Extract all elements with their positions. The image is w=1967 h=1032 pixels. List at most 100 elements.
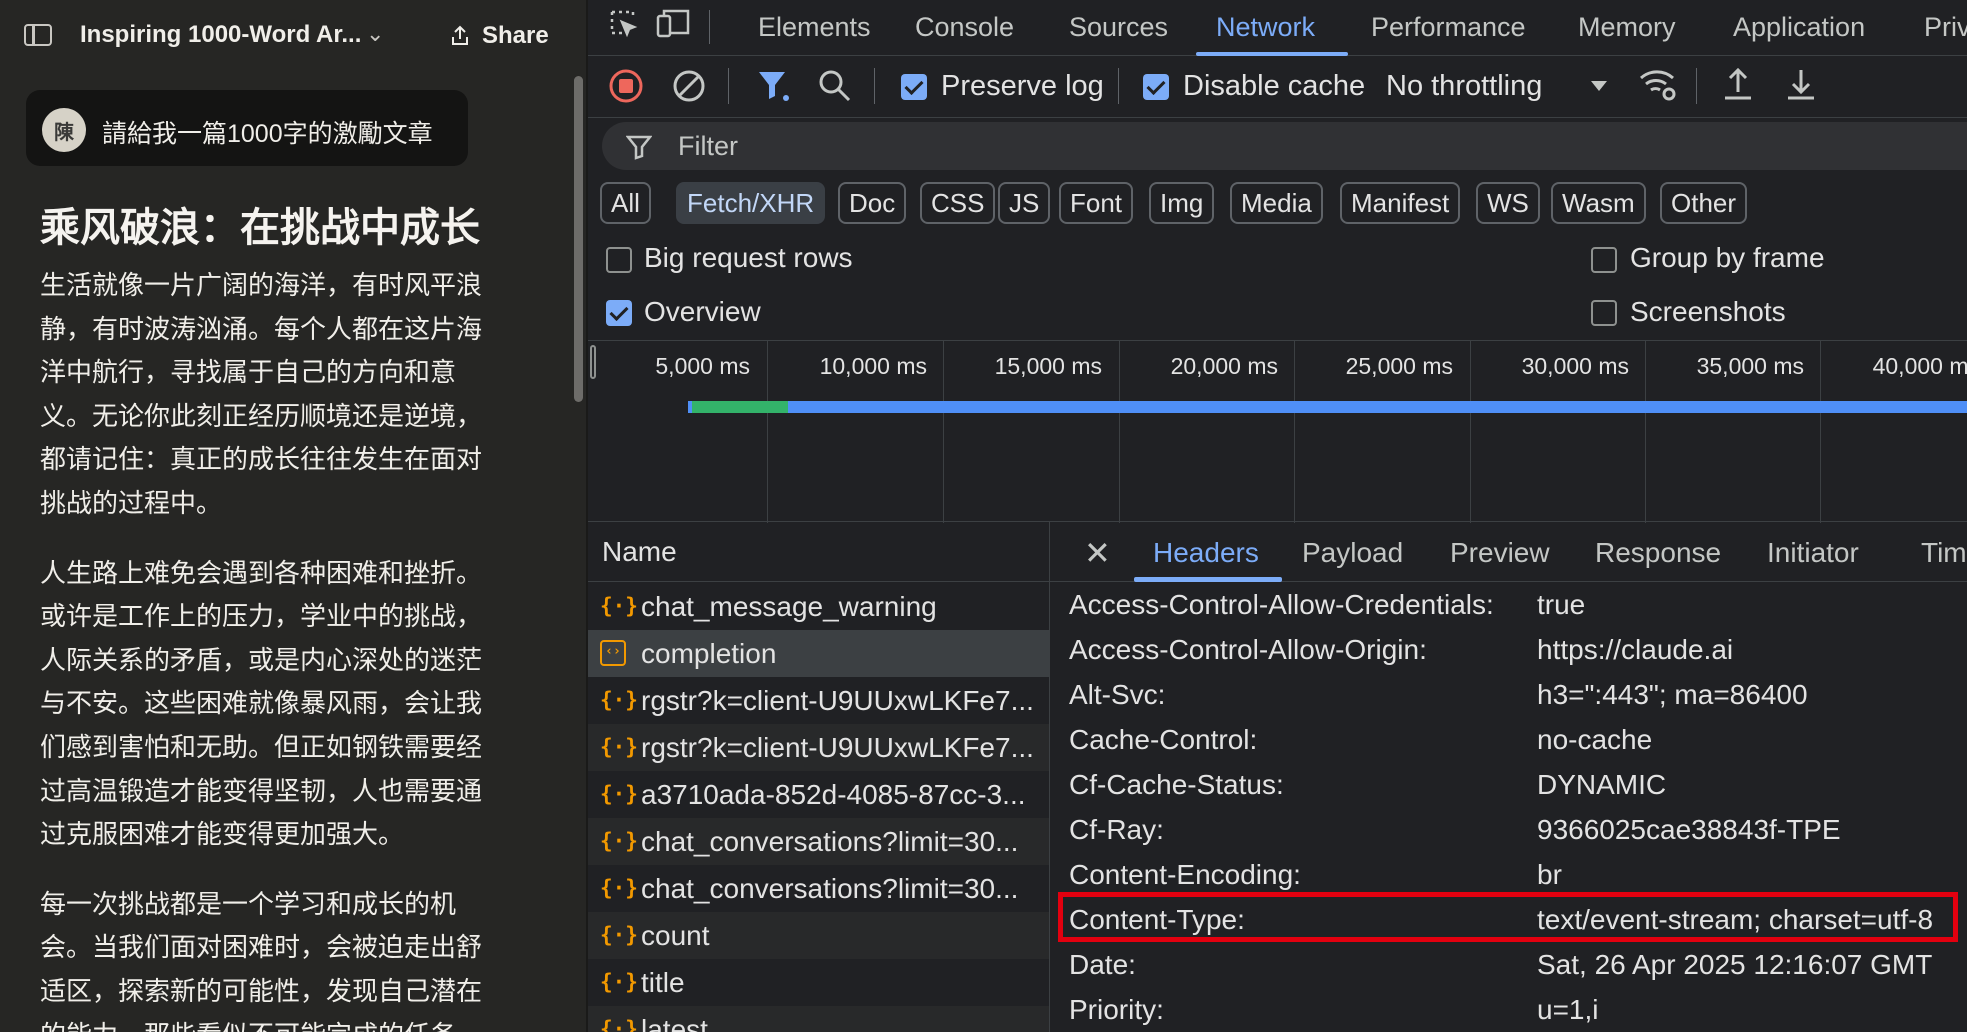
xhr-icon: {·} <box>600 1017 638 1032</box>
tab-response[interactable]: Response <box>1595 537 1721 569</box>
request-details-panel: ✕ Headers Payload Preview Response Initi… <box>1050 522 1967 1032</box>
timeline-tick-label: 40,000 ms <box>1872 353 1967 379</box>
export-har-icon[interactable] <box>1784 66 1818 102</box>
request-row[interactable]: {·} latest <box>588 1006 1049 1032</box>
tab-preview[interactable]: Preview <box>1450 537 1550 569</box>
article-paragraph: 人生路上难免会遇到各种困难和挫折。或许是工作上的压力，学业中的挑战，人际关系的矛… <box>40 557 483 850</box>
filter-input[interactable]: Filter <box>678 131 738 162</box>
response-header-row: Cf-Ray: 9366025cae38843f-TPE <box>1050 808 1967 853</box>
tab-performance[interactable]: Performance <box>1371 12 1526 43</box>
tab-memory[interactable]: Memory <box>1578 12 1676 43</box>
group-by-frame-checkbox[interactable] <box>1591 247 1617 273</box>
clear-icon[interactable] <box>671 68 707 104</box>
name-column-header[interactable]: Name <box>588 522 1050 582</box>
network-conditions-icon[interactable] <box>1638 66 1678 104</box>
response-header-row: Cf-Cache-Status: DYNAMIC <box>1050 763 1967 808</box>
inspect-element-icon[interactable] <box>608 8 640 40</box>
overview-checkbox[interactable] <box>606 300 632 326</box>
timeline-tick-label: 25,000 ms <box>1345 353 1453 379</box>
xhr-icon: {·} <box>600 970 638 994</box>
request-row[interactable]: {·} title <box>588 959 1049 1006</box>
timeline-tick-label: 5,000 ms <box>655 353 750 379</box>
tab-headers[interactable]: Headers <box>1153 537 1259 569</box>
type-filter-ws[interactable]: WS <box>1476 182 1540 224</box>
tab-timing[interactable]: Timi <box>1921 537 1967 569</box>
type-filter-css[interactable]: CSS <box>920 182 996 224</box>
tab-payload[interactable]: Payload <box>1302 537 1403 569</box>
import-har-icon[interactable] <box>1721 66 1755 102</box>
timeline-gridline <box>1470 341 1471 523</box>
header-value: br <box>1537 859 1562 890</box>
tab-sources[interactable]: Sources <box>1069 12 1168 43</box>
request-row[interactable]: {·} chat_message_warning <box>588 583 1049 630</box>
request-row[interactable]: {·} chat_conversations?limit=30... <box>588 865 1049 912</box>
screenshots-checkbox[interactable] <box>1591 300 1617 326</box>
request-row[interactable]: ‹› completion <box>588 630 1049 677</box>
timeline-tick-label: 15,000 ms <box>994 353 1102 379</box>
separator <box>874 68 875 104</box>
chevron-down-icon[interactable]: ⌄ <box>366 21 384 47</box>
tab-initiator[interactable]: Initiator <box>1767 537 1859 569</box>
tab-privacy[interactable]: Priv <box>1924 12 1967 43</box>
overview-range-handle[interactable] <box>590 345 596 379</box>
type-filter-font[interactable]: Font <box>1059 182 1134 224</box>
close-icon[interactable]: ✕ <box>1084 534 1111 572</box>
screenshots-label: Screenshots <box>1630 296 1786 327</box>
request-row[interactable]: {·} count <box>588 912 1049 959</box>
type-filter-js[interactable]: JS <box>998 182 1051 224</box>
timeline-gridline <box>1119 341 1120 523</box>
stop-recording-icon[interactable] <box>608 68 644 104</box>
tab-network[interactable]: Network <box>1216 12 1315 43</box>
header-name: Cf-Cache-Status: <box>1069 769 1284 800</box>
preserve-log-checkbox[interactable] <box>901 74 927 100</box>
timeline-gridline <box>943 341 944 523</box>
header-name: Cf-Ray: <box>1069 814 1164 845</box>
dropdown-arrow-icon[interactable] <box>1590 80 1608 92</box>
type-filter-fetch-xhr[interactable]: Fetch/XHR <box>676 182 826 224</box>
big-request-rows-checkbox[interactable] <box>606 247 632 273</box>
device-toolbar-icon[interactable] <box>656 8 692 40</box>
sidebar-toggle-icon[interactable] <box>24 24 52 46</box>
response-header-row: Priority: u=1,i <box>1050 988 1967 1032</box>
type-filter-all[interactable]: All <box>600 182 651 224</box>
share-button[interactable]: Share <box>448 19 549 53</box>
timeline-gridline <box>1820 341 1821 523</box>
big-request-rows-label: Big request rows <box>644 242 853 273</box>
throttling-select[interactable]: No throttling <box>1386 70 1542 103</box>
type-filter-img[interactable]: Img <box>1149 182 1215 224</box>
request-name: chat_message_warning <box>641 591 937 622</box>
chat-scrollbar[interactable] <box>574 76 583 402</box>
tab-console[interactable]: Console <box>915 12 1014 43</box>
article-paragraph: 生活就像一片广阔的海洋，有时风平浪静，有时波涛汹涌。每个人都在这片海洋中航行，寻… <box>40 270 483 518</box>
type-filter-manifest[interactable]: Manifest <box>1340 182 1461 224</box>
tab-elements[interactable]: Elements <box>758 12 871 43</box>
share-label: Share <box>482 22 549 49</box>
header-value: 9366025cae38843f-TPE <box>1537 814 1841 845</box>
request-row[interactable]: {·} a3710ada-852d-4085-87cc-3... <box>588 771 1049 818</box>
overview-label: Overview <box>644 296 761 327</box>
request-row[interactable]: {·} chat_conversations?limit=30... <box>588 818 1049 865</box>
filter-toggle-icon[interactable] <box>756 68 792 104</box>
request-row[interactable]: {·} rgstr?k=client-U9UUxwLKFe7... <box>588 677 1049 724</box>
search-icon[interactable] <box>817 68 853 104</box>
request-name: completion <box>641 638 777 669</box>
disable-cache-checkbox[interactable] <box>1143 74 1169 100</box>
timeline-overview[interactable]: 5,000 ms 10,000 ms 15,000 ms 20,000 ms 2… <box>588 340 1967 523</box>
tab-application[interactable]: Application <box>1733 12 1865 43</box>
type-filter-media[interactable]: Media <box>1230 182 1323 224</box>
header-name: Date: <box>1069 949 1136 980</box>
group-by-frame-label: Group by frame <box>1630 242 1825 273</box>
request-row[interactable]: {·} rgstr?k=client-U9UUxwLKFe7... <box>588 724 1049 771</box>
timeline-gridline <box>1294 341 1295 523</box>
conversation-title[interactable]: Inspiring 1000-Word Ar... <box>80 21 361 49</box>
request-name: title <box>641 967 685 998</box>
timeline-waiting-bar <box>692 401 788 413</box>
type-filter-doc[interactable]: Doc <box>838 182 907 224</box>
xhr-icon: {·} <box>600 876 638 900</box>
type-filter-other[interactable]: Other <box>1660 182 1748 224</box>
request-list: Name {·} chat_message_warning ‹› complet… <box>588 522 1050 1032</box>
type-filter-wasm[interactable]: Wasm <box>1551 182 1646 224</box>
xhr-icon: {·} <box>600 782 638 806</box>
filter-bar[interactable]: Filter <box>602 122 1967 170</box>
request-name: count <box>641 920 710 951</box>
